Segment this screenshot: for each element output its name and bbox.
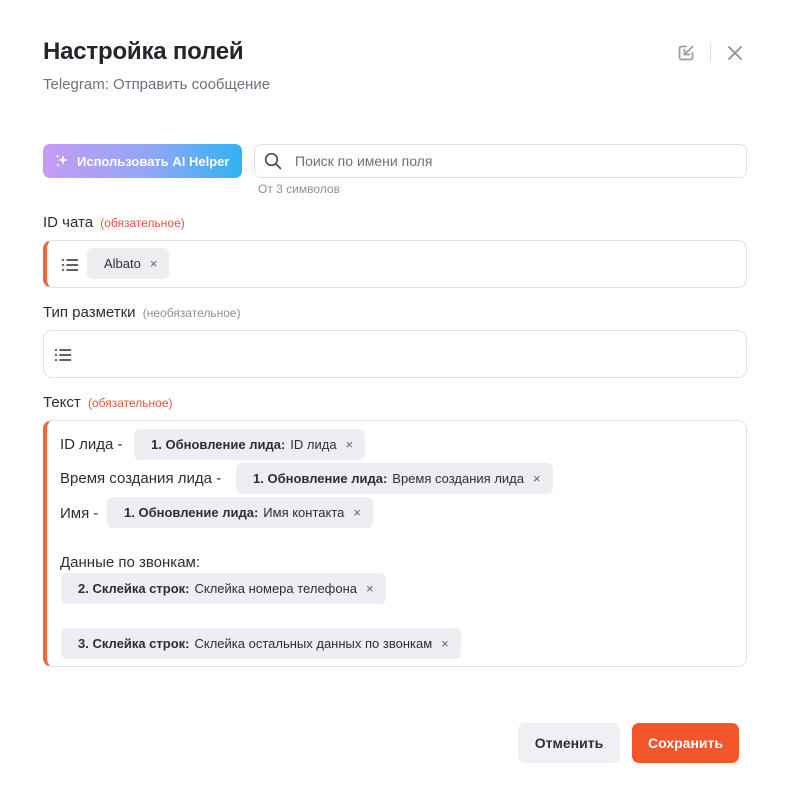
variable-tag[interactable]: 1. Обновление лида: Имя контакта × — [107, 497, 373, 528]
markup-label: Тип разметки (необязательное) — [43, 304, 241, 321]
tag-source: 2. Склейка строк: — [78, 581, 190, 596]
search-hint: От 3 символов — [258, 182, 340, 196]
remove-tag-icon[interactable]: × — [533, 471, 541, 486]
header-divider — [710, 44, 711, 62]
sparkle-icon — [54, 153, 70, 169]
required-note: (обязательное) — [100, 216, 185, 230]
required-note: (обязательное) — [87, 396, 173, 410]
calls-heading: Данные по звонкам: — [60, 554, 201, 571]
text-line-prefix: Имя - — [60, 505, 99, 522]
remove-tag-icon[interactable]: × — [150, 256, 158, 271]
list-icon[interactable] — [54, 347, 72, 368]
text-label-text: Текст — [43, 394, 81, 411]
save-button[interactable]: Сохранить — [632, 723, 739, 763]
page-title: Настройка полей — [43, 38, 244, 65]
remove-tag-icon[interactable]: × — [346, 437, 354, 452]
variable-tag[interactable]: 1. Обновление лида: ID лида × — [134, 429, 366, 460]
text-field[interactable]: ID лида - 1. Обновление лида: ID лида × … — [43, 420, 747, 667]
search-icon — [264, 152, 282, 170]
tag-source: 1. Обновление лида: — [151, 437, 286, 452]
tag-value: ID лида — [290, 437, 337, 452]
tag-value: Albato — [104, 256, 141, 271]
tag-value: Имя контакта — [263, 505, 345, 520]
variable-tag[interactable]: 2. Склейка строк: Склейка номера телефон… — [61, 573, 386, 604]
tag-value: Склейка остальных данных по звонкам — [194, 636, 433, 651]
collapse-icon[interactable] — [675, 42, 697, 64]
tag-source: 3. Склейка строк: — [78, 636, 190, 651]
cancel-button[interactable]: Отменить — [518, 723, 620, 763]
tag-source: 1. Обновление лида: — [253, 471, 388, 486]
close-icon[interactable] — [724, 42, 746, 64]
variable-tag[interactable]: 1. Обновление лида: Время создания лида … — [236, 463, 553, 494]
tag-value: Время создания лида — [392, 471, 524, 486]
ai-helper-button[interactable]: Использовать AI Helper — [43, 144, 242, 178]
search-field[interactable] — [254, 144, 747, 178]
chat-id-label: ID чата (обязательное) — [43, 214, 185, 231]
tag-value: Склейка номера телефона — [194, 581, 358, 596]
remove-tag-icon[interactable]: × — [353, 505, 361, 520]
text-label: Текст (обязательное) — [43, 394, 173, 411]
markup-field[interactable] — [43, 330, 747, 378]
optional-note: (необязательное) — [142, 306, 241, 320]
list-icon[interactable] — [61, 257, 79, 278]
remove-tag-icon[interactable]: × — [366, 581, 374, 596]
chat-id-label-text: ID чата — [43, 214, 94, 231]
text-line-prefix: ID лида - — [60, 436, 123, 453]
chat-id-field[interactable]: Albato × — [43, 240, 747, 288]
remove-tag-icon[interactable]: × — [441, 636, 449, 651]
search-input[interactable] — [295, 153, 695, 169]
markup-label-text: Тип разметки — [43, 304, 136, 321]
tag-source: 1. Обновление лида: — [124, 505, 259, 520]
ai-helper-label: Использовать AI Helper — [77, 153, 230, 169]
variable-tag[interactable]: 3. Склейка строк: Склейка остальных данн… — [61, 628, 461, 659]
page-subtitle: Telegram: Отправить сообщение — [43, 76, 271, 93]
text-line-prefix: Время создания лида - — [60, 470, 222, 487]
variable-tag[interactable]: Albato × — [87, 248, 170, 279]
